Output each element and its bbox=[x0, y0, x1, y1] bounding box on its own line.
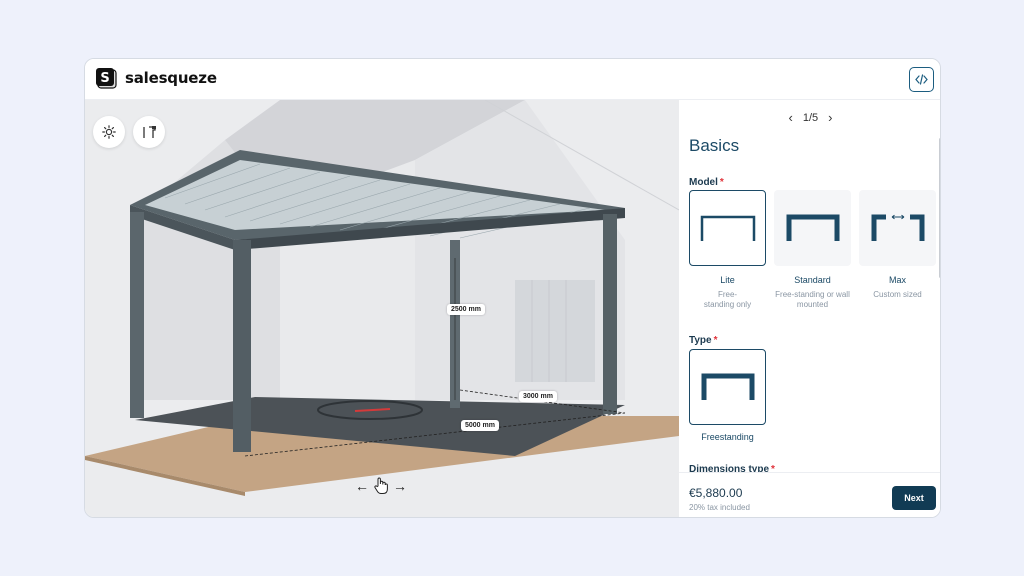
prev-step-button[interactable]: ‹ bbox=[789, 110, 793, 125]
step-indicator: 1/5 bbox=[802, 111, 819, 124]
options-scroll-area[interactable]: Basics Model * Lite Free-standing only St… bbox=[679, 132, 940, 472]
model-option-lite[interactable] bbox=[689, 190, 766, 266]
brand-logo[interactable]: S salesqueze bbox=[95, 67, 217, 89]
lite-model-icon bbox=[700, 215, 755, 241]
model-option-max[interactable] bbox=[859, 190, 936, 266]
required-mark: * bbox=[719, 177, 724, 188]
next-button[interactable]: Next bbox=[892, 486, 936, 510]
type-field-label: Type * bbox=[689, 335, 718, 346]
arrow-left-icon: ← bbox=[355, 478, 369, 494]
model-label-text: Model bbox=[689, 177, 718, 188]
dimensions-type-field-label: Dimensions type * bbox=[689, 464, 775, 472]
max-model-icon bbox=[871, 214, 924, 241]
standard-model-icon bbox=[786, 214, 839, 241]
model-option-lite-name: Lite bbox=[720, 275, 735, 285]
panel-scrollbar[interactable] bbox=[939, 138, 940, 278]
type-option-freestanding-name: Freestanding bbox=[701, 432, 754, 442]
embed-code-button[interactable] bbox=[909, 67, 934, 92]
panel-footer: €5,880.00 20% tax included Next bbox=[679, 472, 940, 517]
model-field-label: Model * bbox=[689, 177, 724, 188]
section-title: Basics bbox=[689, 136, 740, 155]
svg-text:S: S bbox=[100, 71, 109, 86]
total-price: €5,880.00 bbox=[689, 486, 743, 500]
pergola-scene bbox=[85, 100, 679, 496]
depth-dimension-label: 3000 mm bbox=[519, 391, 557, 402]
rotate-hint: ← → bbox=[355, 477, 407, 495]
top-bar: S salesqueze bbox=[85, 59, 940, 100]
3d-viewer[interactable]: 2500 mm 3000 mm 5000 mm ← → bbox=[85, 100, 679, 517]
measure-icon bbox=[143, 126, 156, 138]
lighting-toggle-button[interactable] bbox=[93, 116, 125, 148]
width-dimension-label: 5000 mm bbox=[461, 420, 499, 431]
model-option-standard-desc: Free-standing or wall mounted bbox=[775, 290, 850, 309]
step-pager: ‹ 1/5 › bbox=[679, 110, 940, 125]
model-option-max-name: Max bbox=[888, 275, 906, 285]
tax-note: 20% tax included bbox=[689, 503, 750, 512]
configurator-window: S salesqueze 2500 mm 3000 mm 5000 mm ← →… bbox=[84, 58, 941, 518]
height-dimension-label: 2500 mm bbox=[447, 304, 485, 315]
type-option-freestanding[interactable] bbox=[689, 349, 766, 425]
configurator-panel: ‹ 1/5 › Basics Model * Lite Free-standing… bbox=[679, 100, 940, 517]
freestanding-type-icon bbox=[701, 373, 754, 400]
sun-icon bbox=[102, 125, 116, 139]
required-mark: * bbox=[771, 464, 775, 472]
measurements-toggle-button[interactable] bbox=[133, 116, 165, 148]
brand-name: salesqueze bbox=[125, 69, 217, 87]
hand-pointer-icon bbox=[374, 477, 388, 494]
model-option-lite-desc: Free-standing only bbox=[703, 290, 752, 309]
model-option-standard-name: Standard bbox=[794, 275, 831, 285]
next-step-arrow[interactable]: › bbox=[828, 110, 832, 125]
dimensions-type-label-text: Dimensions type bbox=[689, 464, 770, 472]
required-mark: * bbox=[713, 335, 718, 346]
salesqueze-logo-icon: S bbox=[96, 68, 117, 89]
model-option-standard[interactable] bbox=[774, 190, 851, 266]
type-label-text: Type bbox=[689, 335, 712, 346]
arrow-right-icon: → bbox=[393, 478, 407, 494]
code-icon bbox=[915, 74, 928, 85]
model-option-max-desc: Custom sized bbox=[873, 290, 922, 299]
